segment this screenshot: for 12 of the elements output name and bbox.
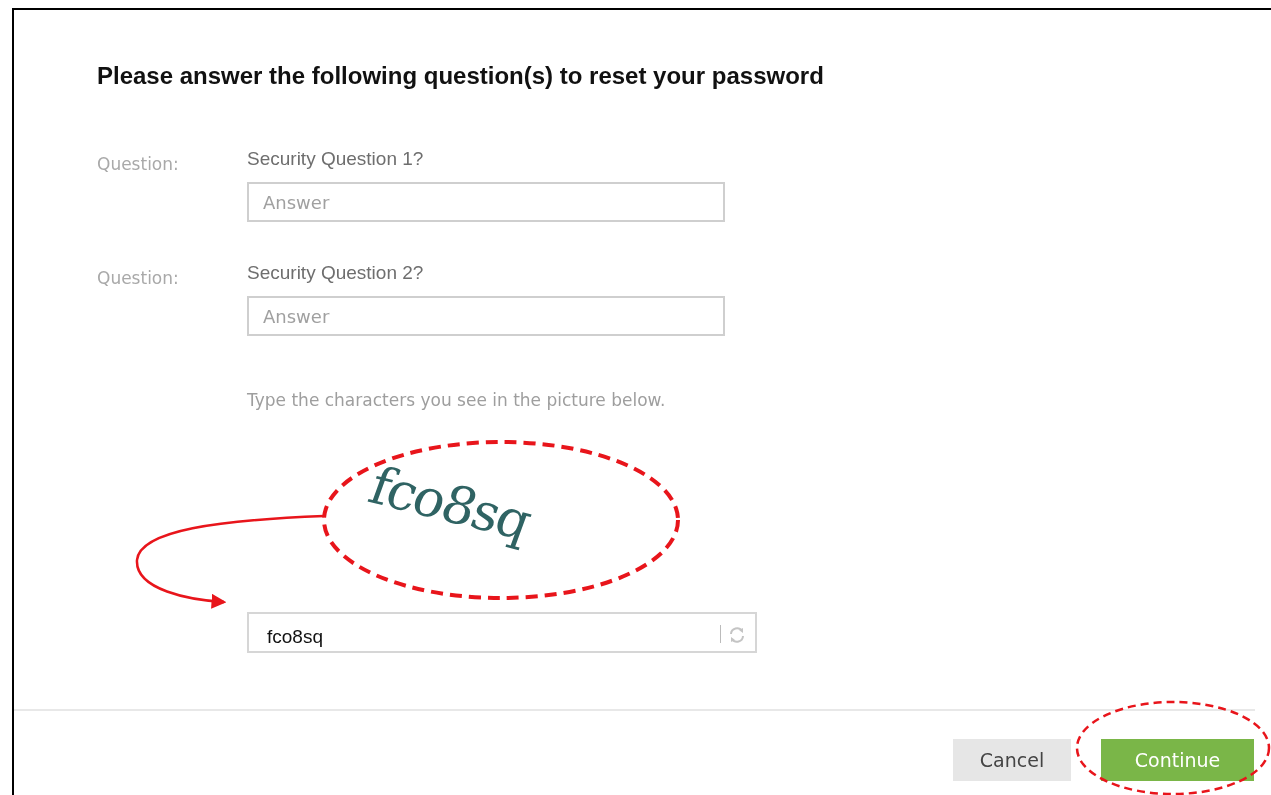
dialog-title: Please answer the following question(s) to reset your password [97,62,825,90]
captcha-hint: Type the characters you see in the picture below. [247,390,667,410]
answer-field[interactable]: Answer [247,182,725,222]
cancel-button[interactable]: Cancel [953,739,1071,781]
captcha-text: fco8sq [361,455,539,552]
answer-field[interactable]: Answer [247,296,725,336]
question-text: Security Question 2? [247,262,425,284]
question-text: Security Question 1? [247,148,425,170]
captcha-field[interactable]: fco8sq [247,612,757,653]
question-label: Question: [97,153,180,176]
refresh-icon[interactable] [727,625,747,645]
question-label: Question: [97,267,180,290]
